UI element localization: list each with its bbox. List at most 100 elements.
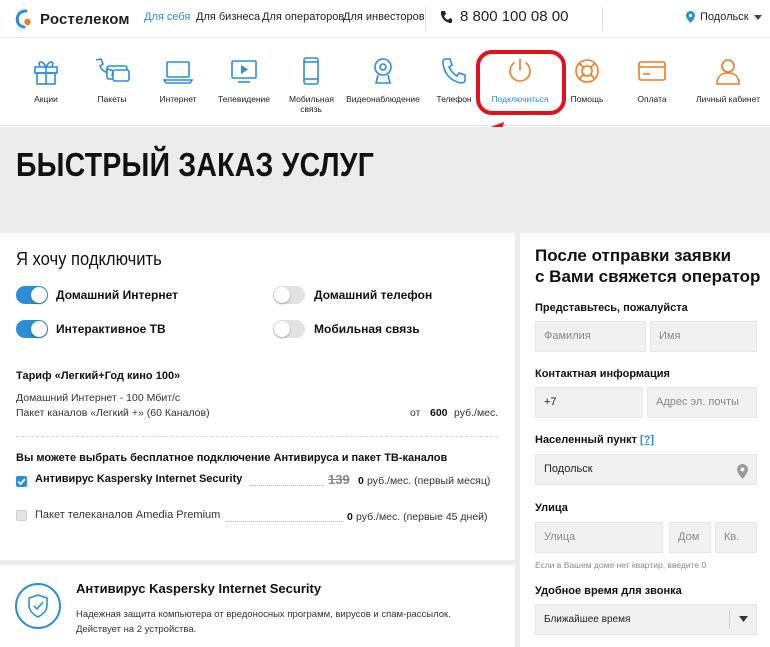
surname-field[interactable]: Фамилия xyxy=(535,321,646,352)
street-field[interactable]: Улица xyxy=(535,522,663,553)
price-unit: руб./мес. xyxy=(454,407,499,419)
nav-item-help[interactable]: Помощь xyxy=(560,38,614,126)
nav-item-payment[interactable]: Оплата xyxy=(626,38,678,126)
nav-label: Пакеты xyxy=(97,94,127,104)
tariff-title: Тариф «Легкий+Год кино 100» xyxy=(16,370,181,382)
user-icon xyxy=(716,59,740,85)
divider xyxy=(602,7,603,31)
packages-icon xyxy=(95,58,130,82)
chevron-down-icon xyxy=(739,605,748,634)
nav-item-packages[interactable]: Пакеты xyxy=(82,38,142,126)
top-header: Ростелеком Для себя Для бизнеса Для опер… xyxy=(0,0,770,38)
laptop-icon xyxy=(163,61,193,84)
location-pin-icon xyxy=(686,11,695,23)
dropdown-divider xyxy=(729,610,730,629)
checkbox-amedia[interactable] xyxy=(16,510,27,521)
shield-icon xyxy=(15,583,61,629)
promo-text: Надежная защита компьютера от вредоносны… xyxy=(76,609,451,620)
option-label: Пакет телеканалов Amedia Premium xyxy=(35,509,221,521)
locality-field[interactable]: Подольск xyxy=(535,454,757,485)
order-panel: Я хочу подключить Домашний Интернет Дома… xyxy=(0,236,515,560)
phone-field[interactable]: +7 xyxy=(535,387,643,418)
toggle-mobile[interactable] xyxy=(273,320,305,338)
free-offer-title: Вы можете выбрать бесплатное подключение… xyxy=(16,452,448,464)
toplink-operators[interactable]: Для операторов xyxy=(262,11,344,23)
toggle-knob xyxy=(31,321,47,337)
option-price: 0 xyxy=(358,475,364,487)
chevron-down-icon xyxy=(753,14,762,20)
locality-value: Подольск xyxy=(544,463,593,475)
nav-label: Акции xyxy=(34,94,58,104)
card-icon xyxy=(638,61,666,81)
toplink-investors[interactable]: Для инвесторов xyxy=(343,11,425,23)
street-label: Улица xyxy=(535,502,568,514)
lifebuoy-icon xyxy=(575,59,599,83)
toggle-label: Домашний Интернет xyxy=(56,288,178,302)
order-title: Я хочу подключить xyxy=(16,249,162,269)
camera-icon xyxy=(374,58,392,84)
nav-item-telephone[interactable]: Телефон xyxy=(428,38,480,126)
old-price: 139 xyxy=(328,472,350,487)
brand-name: Ростелеком xyxy=(40,10,130,28)
nav-item-tv[interactable]: Телевидение xyxy=(212,38,276,126)
toggle-label: Домашний телефон xyxy=(314,288,433,302)
nav-label: Мобильная связь xyxy=(289,94,334,114)
name-field[interactable]: Имя xyxy=(650,321,757,352)
nav-item-internet[interactable]: Интернет xyxy=(152,38,204,126)
city-name: Подольск xyxy=(700,11,749,23)
locality-help-link[interactable]: [?] xyxy=(640,434,654,446)
contact-section-label: Контактная информация xyxy=(535,368,670,380)
apartment-field[interactable]: Кв. xyxy=(715,522,757,553)
form-heading: После отправки заявки с Вами свяжется оп… xyxy=(535,245,760,287)
nav-item-video-surveillance[interactable]: Видеонаблюдение xyxy=(341,38,425,126)
nav-item-promotions[interactable]: Акции xyxy=(20,38,72,126)
phone-icon xyxy=(440,10,452,24)
gift-icon xyxy=(34,61,58,85)
call-time-select[interactable]: Ближайшее время xyxy=(535,604,757,635)
price-prefix: от xyxy=(410,407,421,419)
form-heading-line: После отправки заявки xyxy=(535,246,732,265)
toplink-personal[interactable]: Для себя xyxy=(144,11,190,23)
toggle-label: Мобильная связь xyxy=(314,322,420,336)
category-nav: Акции Пакеты Интернет Телевидение Мобиль… xyxy=(0,38,770,126)
highlight-circle xyxy=(476,50,566,115)
call-time-label: Удобное время для звонка xyxy=(535,585,682,597)
toggle-knob xyxy=(274,321,290,337)
nav-item-mobile[interactable]: Мобильная связь xyxy=(283,38,339,126)
checkmark-icon xyxy=(17,478,26,486)
hotline-phone[interactable]: 8 800 100 08 00 xyxy=(440,8,568,25)
nav-label: Телефон xyxy=(436,94,472,104)
phone-number: 8 800 100 08 00 xyxy=(460,8,569,25)
page-title: БЫСТРЫЙ ЗАКАЗ УСЛУГ xyxy=(16,146,375,183)
option-label: Антивирус Kaspersky Internet Security xyxy=(35,473,243,485)
email-field[interactable]: Адрес эл. почты xyxy=(647,387,757,418)
house-field[interactable]: Дом xyxy=(669,522,711,553)
tv-icon xyxy=(231,60,257,83)
name-section-label: Представьтесь, пожалуйста xyxy=(535,302,688,314)
option-price-unit: руб./мес. (первый месяц) xyxy=(367,475,491,487)
dotted-leader xyxy=(226,521,344,522)
nav-label: Личный кабинет xyxy=(696,94,760,104)
mobile-phone-icon xyxy=(303,57,319,85)
toplink-business[interactable]: Для бизнеса xyxy=(196,11,260,23)
nav-label: Видеонаблюдение xyxy=(346,94,420,104)
nav-label: Оплата xyxy=(637,94,667,104)
tariff-line: Домашний Интернет - 100 Мбит/с xyxy=(16,392,181,404)
nav-label: Помощь xyxy=(570,94,604,104)
promo-text: Действует на 2 устройства. xyxy=(76,624,197,635)
toggle-home-phone[interactable] xyxy=(273,286,305,304)
promo-title: Антивирус Kaspersky Internet Security xyxy=(76,581,322,596)
location-pin-icon xyxy=(737,462,748,491)
street-hint: Если в Вашем доме нет квартир, введите 0 xyxy=(535,560,707,570)
brand-logo[interactable]: Ростелеком xyxy=(12,8,130,30)
toggle-home-internet[interactable] xyxy=(16,286,48,304)
checkbox-kaspersky[interactable] xyxy=(16,476,27,487)
locality-label: Населенный пункт xyxy=(535,434,638,446)
handset-icon xyxy=(442,58,466,84)
city-selector[interactable]: Подольск xyxy=(686,11,762,23)
toggle-label: Интерактивное ТВ xyxy=(56,322,166,336)
rostelecom-logo-icon xyxy=(12,8,34,30)
toggle-interactive-tv[interactable] xyxy=(16,320,48,338)
option-price: 0 xyxy=(347,511,353,523)
nav-item-account[interactable]: Личный кабинет xyxy=(690,38,766,126)
